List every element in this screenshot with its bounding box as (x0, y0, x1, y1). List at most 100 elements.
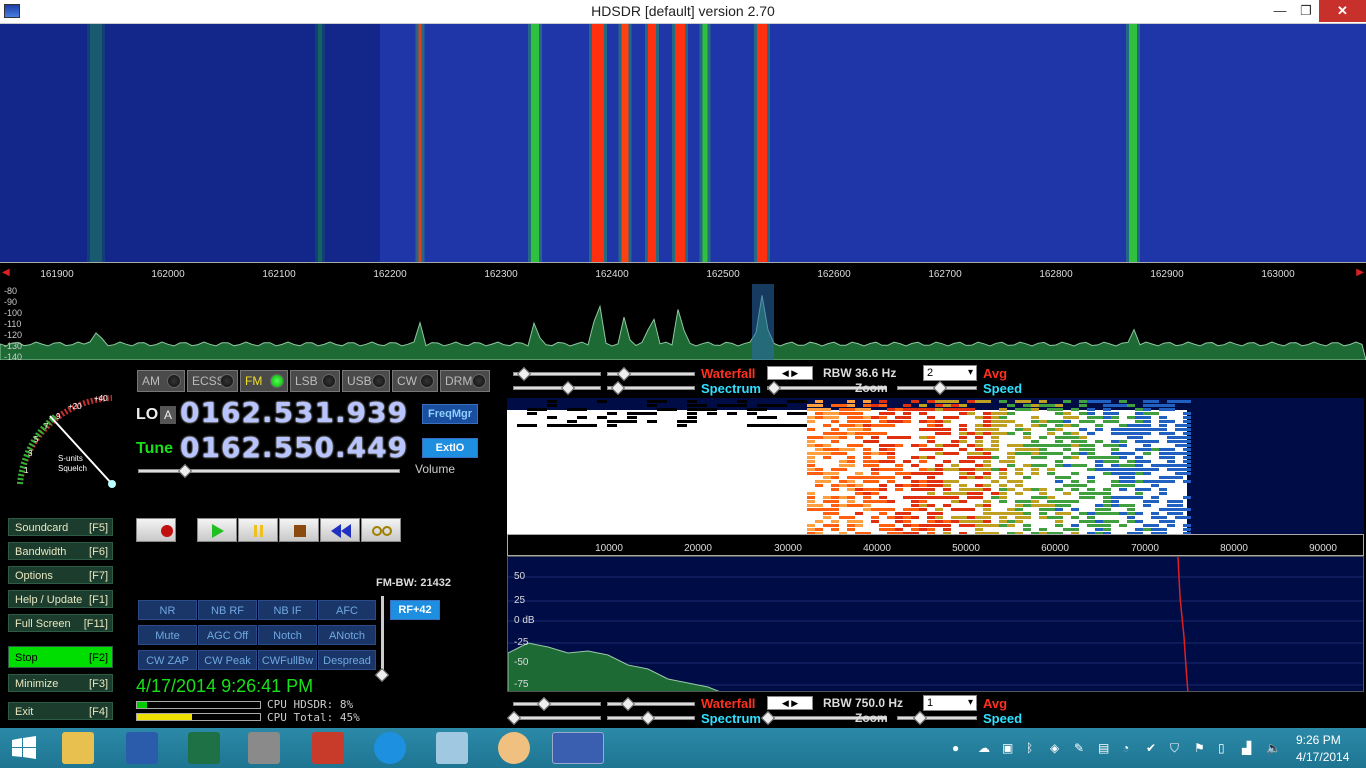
hdsdr-taskbar-icon[interactable] (552, 732, 604, 764)
af-avg-select[interactable]: 1 (923, 695, 977, 711)
mode-button-am[interactable]: AM (137, 370, 185, 392)
defender-icon[interactable]: ✔ (1146, 741, 1160, 755)
rf-rbw-arrows[interactable]: ◀ ▶ (767, 366, 813, 380)
side-button-stop[interactable]: Stop [F2] (8, 646, 113, 668)
s-meter[interactable]: 1 3 5 7 9 +20 +40 S-units Squelch (6, 374, 126, 494)
slider-thumb[interactable] (913, 711, 927, 725)
scroll-left-icon[interactable]: ◀ (2, 267, 10, 278)
af-frequency-axis[interactable]: 10000 20000 30000 40000 50000 60000 70000 80000… (507, 534, 1364, 556)
firewall-icon[interactable] (248, 732, 280, 764)
dsp-button-nb-if[interactable]: NB IF (258, 600, 317, 620)
side-button-help-update[interactable]: Help / Update [F1] (8, 590, 113, 608)
squelch-slider-thumb[interactable] (375, 668, 389, 682)
slider-thumb[interactable] (641, 711, 655, 725)
presentation-icon[interactable] (312, 732, 344, 764)
cloud-icon[interactable]: ☁ (978, 741, 992, 755)
start-windows-icon[interactable] (8, 732, 40, 764)
lo-frequency-display[interactable]: 0162.531.939 (180, 396, 408, 429)
mode-button-lsb[interactable]: LSB (290, 370, 340, 392)
side-button-options[interactable]: Options [F7] (8, 566, 113, 584)
tune-frequency-display[interactable]: 0162.550.449 (180, 431, 408, 464)
dsp-button-agc-off[interactable]: AGC Off (198, 625, 257, 645)
loop-button[interactable] (361, 518, 401, 542)
rf-waterfall[interactable] (0, 24, 1366, 262)
tray-shield-icon[interactable]: ⛉ (1170, 741, 1184, 755)
signal-icon[interactable]: ▟ (1242, 741, 1256, 755)
excel-icon[interactable] (188, 732, 220, 764)
volume-slider-thumb[interactable] (178, 464, 192, 478)
pause-button[interactable] (238, 518, 278, 542)
dsp-button-cw-zap[interactable]: CW ZAP (138, 650, 197, 670)
record-button[interactable] (136, 518, 176, 542)
rf-spectrum-slider[interactable] (513, 386, 601, 390)
dsp-button-cwfullbw[interactable]: CWFullBw (258, 650, 317, 670)
side-button-minimize[interactable]: Minimize [F3] (8, 674, 113, 692)
side-button-bandwidth[interactable]: Bandwidth [F6] (8, 542, 113, 560)
word-icon[interactable] (126, 732, 158, 764)
rf-avg-select[interactable]: 2 (923, 365, 977, 381)
mode-button-drm[interactable]: DRM (440, 370, 490, 392)
tray-device-icon[interactable]: ▤ (1098, 741, 1112, 755)
af-waterfall[interactable] (507, 398, 1364, 534)
frequency-axis[interactable]: ◀ ▶ 161900 162000 162100 162200 162300 162400… (0, 262, 1366, 284)
side-button-full-screen[interactable]: Full Screen [F11] (8, 614, 113, 632)
minimize-button[interactable]: — (1267, 0, 1293, 22)
dsp-button-mute[interactable]: Mute (138, 625, 197, 645)
freqmgr-button[interactable]: FreqMgr (422, 404, 478, 424)
lo-badge[interactable]: A (160, 406, 176, 424)
flag-icon[interactable]: ⚑ (1194, 741, 1208, 755)
security-icon[interactable]: ◈ (1050, 741, 1064, 755)
dsp-button-nr[interactable]: NR (138, 600, 197, 620)
slider-thumb[interactable] (611, 381, 625, 395)
usb-icon[interactable]: ▯ (1218, 741, 1232, 755)
mode-button-cw[interactable]: CW (392, 370, 438, 392)
scroll-right-icon[interactable]: ▶ (1356, 267, 1364, 278)
af-speed-slider[interactable] (897, 716, 977, 720)
dsp-button-notch[interactable]: Notch (258, 625, 317, 645)
mode-button-fm[interactable]: FM (240, 370, 288, 392)
tray-clock-icon[interactable]: ◔ (1122, 741, 1136, 755)
slider-thumb[interactable] (933, 381, 947, 395)
clock-date[interactable]: 4/17/2014 (1296, 750, 1349, 764)
volume-icon[interactable]: 🔈 (1266, 741, 1280, 755)
tray-tool-icon[interactable]: ✎ (1074, 741, 1088, 755)
mode-button-usb[interactable]: USB (342, 370, 390, 392)
slider-thumb[interactable] (561, 381, 575, 395)
slider-thumb[interactable] (617, 367, 631, 381)
af-spectrum-slider[interactable] (513, 716, 601, 720)
dsp-button-nb-rf[interactable]: NB RF (198, 600, 257, 620)
notes-icon[interactable] (436, 732, 468, 764)
close-button[interactable]: ✕ (1319, 0, 1366, 22)
rf-gain-button[interactable]: RF+42 (390, 600, 440, 620)
stop-playback-button[interactable] (279, 518, 319, 542)
mode-button-ecss[interactable]: ECSS (187, 370, 238, 392)
slider-thumb[interactable] (761, 711, 775, 725)
slider-thumb[interactable] (537, 697, 551, 711)
slider-thumb[interactable] (767, 381, 781, 395)
play-button[interactable] (197, 518, 237, 542)
slider-thumb[interactable] (517, 367, 531, 381)
dsp-button-cw-peak[interactable]: CW Peak (198, 650, 257, 670)
af-waterfall-slider[interactable] (513, 702, 601, 706)
af-spectrum[interactable]: 50 25 0 dB -25 -50 -75 (507, 556, 1364, 692)
network-drive-icon[interactable]: ▣ (1002, 741, 1016, 755)
rewind-button[interactable] (320, 518, 360, 542)
extio-button[interactable]: ExtIO (422, 438, 478, 458)
file-explorer-icon[interactable] (62, 732, 94, 764)
maximize-button[interactable]: ❐ (1293, 0, 1319, 22)
tray-app-icon[interactable]: ● (952, 741, 966, 755)
bluetooth-icon[interactable]: ᛒ (1026, 741, 1040, 755)
squelch-slider[interactable] (381, 596, 384, 672)
slider-thumb[interactable] (621, 697, 635, 711)
side-button-soundcard[interactable]: Soundcard [F5] (8, 518, 113, 536)
internet-explorer-icon[interactable] (374, 732, 406, 764)
side-button-exit[interactable]: Exit [F4] (8, 702, 113, 720)
rf-spectrum[interactable]: -80 -90 -100 -110 -120 -130 -140 (0, 284, 1366, 360)
dsp-button-despread[interactable]: Despread (318, 650, 376, 670)
dsp-button-afc[interactable]: AFC (318, 600, 376, 620)
paint-icon[interactable] (498, 732, 530, 764)
af-rbw-arrows[interactable]: ◀ ▶ (767, 696, 813, 710)
clock-time[interactable]: 9:26 PM (1296, 733, 1341, 747)
dsp-button-anotch[interactable]: ANotch (318, 625, 376, 645)
slider-thumb[interactable] (507, 711, 521, 725)
